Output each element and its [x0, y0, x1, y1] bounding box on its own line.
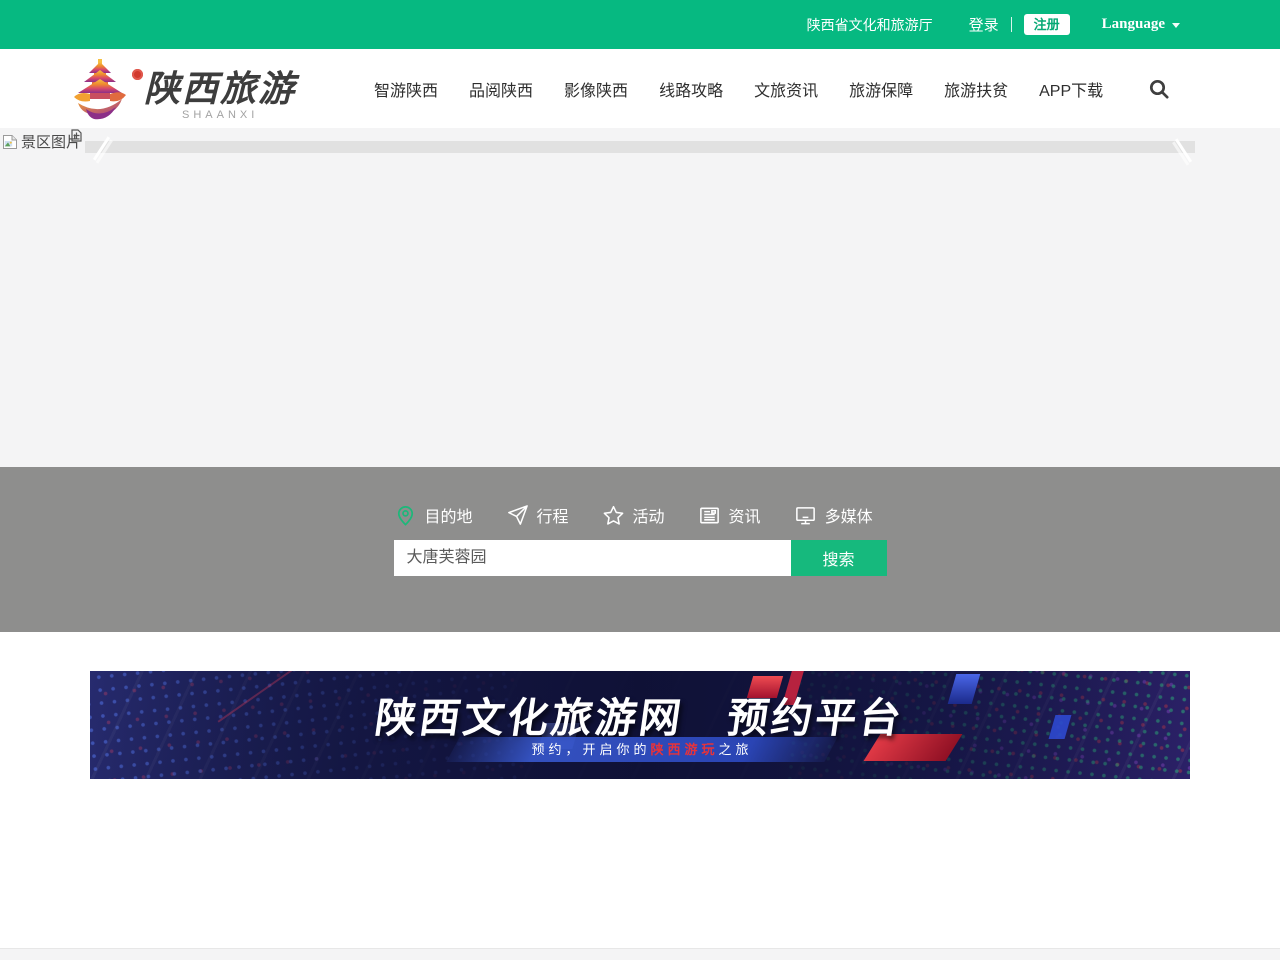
subtitle-prefix: 预约，开启你的: [531, 742, 650, 757]
hero-carousel: 景区图片: [0, 128, 1280, 467]
monitor-icon: [794, 504, 817, 527]
destination-search-panel: 目的地 行程 活动: [0, 467, 1280, 632]
top-utility-bar: 陕西省文化和旅游厅 登录 注册 Language: [0, 0, 1280, 49]
tab-label: 多媒体: [825, 503, 873, 527]
main-nav: 智游陕西 品阅陕西 影像陕西 线路攻略 文旅资讯 旅游保障 旅游扶贫 APP下载: [374, 77, 1103, 101]
broken-image-placeholder: 景区图片: [2, 131, 81, 152]
nav-item-travel-security[interactable]: 旅游保障: [849, 77, 913, 101]
logo-subtitle: SHAANXI: [182, 109, 296, 121]
logo-title: 陕西旅游: [144, 71, 296, 107]
tab-label: 目的地: [425, 503, 473, 527]
broken-image-icon: [2, 134, 18, 150]
language-label: Language: [1102, 16, 1165, 33]
search-category-tabs: 目的地 行程 活动: [394, 503, 887, 527]
tab-news[interactable]: 资讯: [698, 503, 761, 527]
red-seal-icon: [132, 69, 143, 80]
tab-label: 资讯: [729, 503, 761, 527]
footer-strip: [0, 948, 1280, 960]
header-search-button[interactable]: [1147, 77, 1171, 101]
carousel-track-bar: [85, 141, 1195, 153]
paper-plane-icon: [506, 504, 529, 527]
shaanxi-tourism-homepage: 陕西省文化和旅游厅 登录 注册 Language: [0, 0, 1280, 960]
nav-item-poverty-relief[interactable]: 旅游扶贫: [944, 77, 1008, 101]
tab-activities[interactable]: 活动: [602, 503, 665, 527]
login-link[interactable]: 登录: [969, 14, 999, 35]
tab-destination[interactable]: 目的地: [394, 503, 473, 527]
logo-text: 陕西旅游 SHAANXI: [144, 57, 296, 121]
chevron-down-icon: [1172, 23, 1180, 28]
tab-label: 行程: [537, 503, 569, 527]
search-button[interactable]: 搜索: [791, 540, 887, 576]
nav-item-app-download[interactable]: APP下载: [1039, 77, 1103, 101]
nav-item-smart-tour[interactable]: 智游陕西: [374, 77, 438, 101]
news-icon: [698, 504, 721, 527]
nav-item-routes[interactable]: 线路攻略: [659, 77, 723, 101]
banner-title: 陕西文化旅游网 预约平台: [90, 684, 1190, 744]
main-header: 陕西旅游 SHAANXI 智游陕西 品阅陕西 影像陕西 线路攻略 文旅资讯 旅游…: [0, 49, 1280, 128]
subtitle-highlight: 陕西游玩: [650, 742, 718, 757]
language-selector[interactable]: Language: [1102, 16, 1180, 33]
search-input[interactable]: [394, 540, 791, 576]
subtitle-suffix: 之旅: [719, 742, 753, 757]
site-logo[interactable]: 陕西旅游 SHAANXI: [70, 57, 296, 121]
divider: [1011, 17, 1012, 32]
pagoda-logo-icon: [70, 57, 130, 121]
register-button[interactable]: 注册: [1024, 14, 1070, 36]
location-pin-icon: [394, 504, 417, 527]
tab-label: 活动: [633, 503, 665, 527]
mini-broken-image-icon: [71, 129, 82, 142]
tab-multimedia[interactable]: 多媒体: [794, 503, 873, 527]
nav-item-read-shaanxi[interactable]: 品阅陕西: [469, 77, 533, 101]
nav-item-culture-news[interactable]: 文旅资讯: [754, 77, 818, 101]
search-icon: [1147, 77, 1171, 101]
search-bar: 搜索: [394, 540, 887, 576]
nav-item-images[interactable]: 影像陕西: [564, 77, 628, 101]
tab-itinerary[interactable]: 行程: [506, 503, 569, 527]
gov-department-link[interactable]: 陕西省文化和旅游厅: [807, 15, 933, 35]
star-icon: [602, 504, 625, 527]
reservation-platform-banner[interactable]: 陕西文化旅游网 预约平台 预约，开启你的陕西游玩之旅: [90, 671, 1190, 779]
banner-subtitle: 预约，开启你的陕西游玩之旅: [453, 737, 831, 762]
